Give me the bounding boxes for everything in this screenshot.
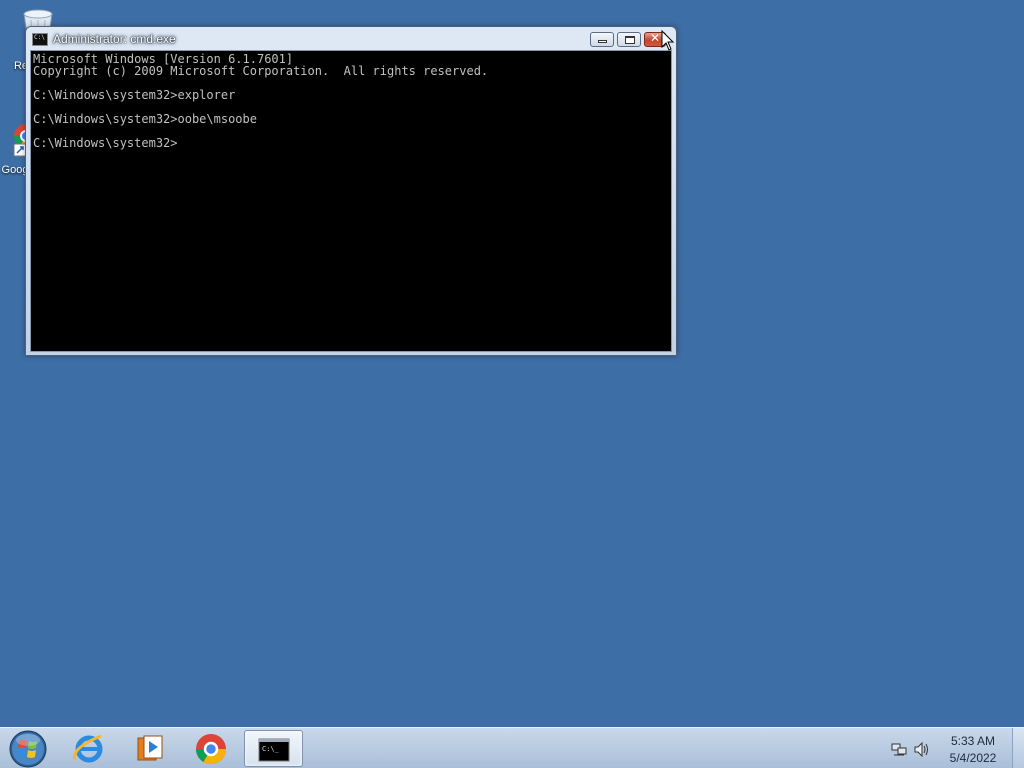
- maximize-icon: [625, 36, 635, 44]
- media-player-icon: [137, 735, 163, 761]
- minimize-button[interactable]: [590, 32, 614, 47]
- taskbar-internet-explorer[interactable]: [61, 730, 117, 767]
- internet-explorer-icon: [73, 734, 103, 763]
- taskbar-cmd-icon-text: C:\_: [262, 745, 280, 753]
- console-line: Copyright (c) 2009 Microsoft Corporation…: [33, 64, 489, 78]
- desktop: { "desktop": { "icons": [ {"label": "Re"…: [0, 0, 1024, 768]
- console-icon: C:\: [32, 33, 48, 46]
- title-bar[interactable]: C:\ Administrator: cmd.exe ✕: [26, 27, 676, 51]
- clock-date[interactable]: 5/4/2022: [940, 751, 1006, 765]
- taskbar-media-player[interactable]: [122, 730, 178, 767]
- minimize-icon: [598, 40, 607, 43]
- chrome-icon: [196, 734, 226, 765]
- taskbar: C:\_ 5:33 AM 5/4/2022: [0, 727, 1024, 768]
- console-output[interactable]: Microsoft Windows [Version 6.1.7601] Cop…: [30, 50, 672, 352]
- maximize-button[interactable]: [617, 32, 641, 47]
- network-icon[interactable]: [891, 742, 907, 757]
- window-title: Administrator: cmd.exe: [53, 32, 176, 46]
- cmd-window[interactable]: C:\ Administrator: cmd.exe ✕ Microsoft W…: [25, 26, 677, 356]
- console-icon: C:\_: [258, 738, 290, 762]
- start-button[interactable]: [2, 728, 54, 768]
- clock-time[interactable]: 5:33 AM: [940, 734, 1006, 748]
- taskbar-command-prompt[interactable]: C:\_: [244, 730, 303, 767]
- console-icon-text: C:\: [34, 34, 45, 41]
- windows-orb-icon: [9, 730, 47, 768]
- taskbar-google-chrome[interactable]: [183, 730, 239, 767]
- volume-icon[interactable]: [913, 742, 931, 757]
- mouse-pointer-icon: [661, 30, 675, 51]
- console-prompt[interactable]: C:\Windows\system32>: [33, 137, 178, 149]
- console-line: C:\Windows\system32>explorer: [33, 88, 236, 102]
- console-line: C:\Windows\system32>oobe\msoobe: [33, 112, 257, 126]
- show-desktop-button[interactable]: [1012, 728, 1024, 768]
